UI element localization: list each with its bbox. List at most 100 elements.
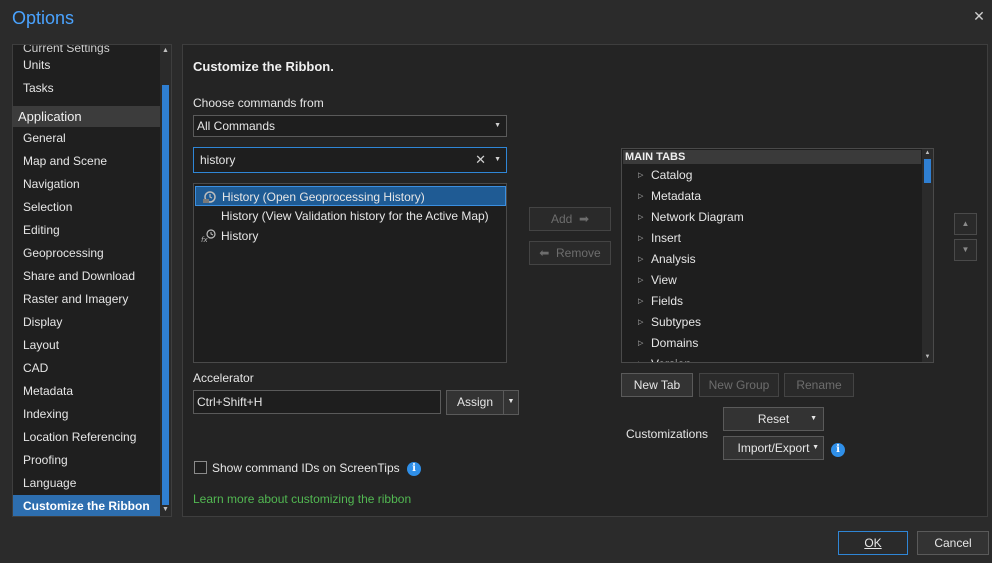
chevron-down-icon: ▼ [812, 444, 819, 451]
close-icon[interactable]: ✕ [972, 9, 986, 23]
assign-dropdown-button[interactable]: ▼ [503, 390, 519, 415]
nav-item-editing[interactable]: Editing [13, 219, 161, 242]
move-up-button[interactable]: ▲ [954, 213, 977, 235]
tree-item-label: Network Diagram [651, 210, 744, 224]
nav-item-general[interactable]: General [13, 127, 161, 150]
chevron-down-icon: ▼ [810, 415, 817, 422]
customize-ribbon-panel: Customize the Ribbon. Choose commands fr… [182, 44, 988, 517]
tree-item-label: View [651, 273, 677, 287]
command-item-label: History (Open Geoprocessing History) [222, 190, 425, 204]
nav-item-map-and-scene[interactable]: Map and Scene [13, 150, 161, 173]
command-search-value: history [200, 153, 236, 167]
expand-icon[interactable]: ▷ [638, 207, 643, 228]
nav-section-application[interactable]: Application [13, 106, 161, 127]
scroll-up-icon[interactable]: ▲ [923, 149, 932, 158]
accelerator-label: Accelerator [193, 371, 254, 385]
nav-item-proofing[interactable]: Proofing [13, 449, 161, 472]
new-tab-button[interactable]: New Tab [621, 373, 693, 397]
command-item[interactable]: fx History [195, 226, 506, 246]
command-item[interactable]: History (View Validation history for the… [195, 206, 506, 226]
arrow-down-icon: ▼ [961, 245, 970, 254]
show-command-ids-label: Show command IDs on ScreenTips [212, 461, 400, 475]
learn-more-link[interactable]: Learn more about customizing the ribbon [193, 492, 411, 506]
nav-item-indexing[interactable]: Indexing [13, 403, 161, 426]
tree-scroll-thumb[interactable] [924, 159, 931, 183]
chevron-down-icon: ▼ [507, 398, 515, 405]
accelerator-input[interactable]: Ctrl+Shift+H [193, 390, 441, 414]
tree-item-label: Domains [651, 336, 699, 350]
nav-item-raster-and-imagery[interactable]: Raster and Imagery [13, 288, 161, 311]
svg-text:fx: fx [201, 236, 208, 243]
add-button[interactable]: Add ➡ [529, 207, 611, 231]
reset-button[interactable]: Reset ▼ [723, 407, 824, 431]
tree-item-label: Insert [651, 231, 682, 245]
tree-item-label: Catalog [651, 168, 693, 182]
tree-item-label: Metadata [651, 189, 702, 203]
info-icon[interactable]: i [831, 443, 845, 457]
expand-icon[interactable]: ▷ [638, 249, 643, 270]
title-bar: Options ✕ [0, 0, 992, 38]
show-command-ids-checkbox[interactable] [194, 461, 207, 474]
nav-item-navigation[interactable]: Navigation [13, 173, 161, 196]
arrow-up-icon: ▲ [961, 219, 970, 228]
choose-commands-value: All Commands [197, 119, 276, 133]
tree-item-label: Fields [651, 294, 684, 308]
options-nav: Current Settings Units Tasks Application… [12, 44, 172, 517]
command-item-label: History (View Validation history for the… [221, 209, 489, 223]
tree-item-label: Analysis [651, 252, 696, 266]
nav-item-share-and-download[interactable]: Share and Download [13, 265, 161, 288]
scroll-down-icon[interactable]: ▼ [161, 505, 170, 515]
ribbon-tabs-tree[interactable]: MAIN TABS ▷ Catalog ▷ Metadata ▷ Network Di… [621, 148, 934, 363]
command-item[interactable]: History (Open Geoprocessing History) [195, 186, 506, 206]
expand-icon[interactable]: ▷ [638, 165, 643, 186]
customizations-label: Customizations [626, 427, 709, 441]
scroll-up-icon[interactable]: ▲ [161, 46, 170, 56]
assign-button[interactable]: Assign [446, 390, 504, 415]
command-list[interactable]: History (Open Geoprocessing History) His… [193, 183, 507, 363]
expand-icon[interactable]: ▷ [638, 228, 643, 249]
ok-button[interactable]: OK [838, 531, 908, 555]
cancel-button[interactable]: Cancel [917, 531, 989, 555]
accelerator-value: Ctrl+Shift+H [197, 395, 263, 409]
nav-item-layout[interactable]: Layout [13, 334, 161, 357]
nav-item-metadata[interactable]: Metadata [13, 380, 161, 403]
import-export-button-label: Import/Export [737, 441, 810, 455]
tree-scrollbar[interactable]: ▲ ▼ [922, 149, 933, 362]
expand-icon[interactable]: ▷ [638, 354, 643, 362]
arrow-right-icon: ➡ [575, 212, 590, 226]
new-group-button[interactable]: New Group [699, 373, 779, 397]
add-button-label: Add [550, 212, 573, 226]
nav-scroll-thumb[interactable] [162, 85, 169, 505]
info-icon[interactable]: i [407, 462, 421, 476]
expand-icon[interactable]: ▷ [638, 270, 643, 291]
geoprocessing-history-icon [202, 190, 218, 204]
nav-item-location-referencing[interactable]: Location Referencing [13, 426, 161, 449]
import-export-button[interactable]: Import/Export ▼ [723, 436, 824, 460]
choose-commands-dropdown[interactable]: All Commands ▼ [193, 115, 507, 137]
command-search-input[interactable]: history ✕ ▼ [193, 147, 507, 173]
expand-icon[interactable]: ▷ [638, 186, 643, 207]
move-down-button[interactable]: ▼ [954, 239, 977, 261]
nav-item-selection[interactable]: Selection [13, 196, 161, 219]
nav-item-units[interactable]: Units [13, 54, 161, 77]
nav-scrollbar[interactable]: ▲ ▼ [160, 45, 171, 516]
remove-button[interactable]: ⬅ Remove [529, 241, 611, 265]
window-title: Options [12, 8, 75, 28]
clear-search-icon[interactable]: ✕ [475, 148, 486, 172]
expand-icon[interactable]: ▷ [638, 333, 643, 354]
nav-item-geoprocessing[interactable]: Geoprocessing [13, 242, 161, 265]
expand-icon[interactable]: ▷ [638, 291, 643, 312]
chevron-down-icon: ▼ [494, 122, 501, 129]
expand-icon[interactable]: ▷ [638, 312, 643, 333]
nav-item-tasks[interactable]: Tasks [13, 77, 161, 100]
rename-button[interactable]: Rename [784, 373, 854, 397]
tree-item-label: Subtypes [651, 315, 702, 329]
nav-item-cad[interactable]: CAD [13, 357, 161, 380]
nav-item-customize-the-ribbon[interactable]: Customize the Ribbon [13, 495, 161, 516]
scroll-down-icon[interactable]: ▼ [923, 353, 932, 362]
nav-item-language[interactable]: Language [13, 472, 161, 495]
page-title: Customize the Ribbon. [193, 59, 334, 74]
main-tabs-header: MAIN TABS [623, 150, 921, 164]
nav-item-display[interactable]: Display [13, 311, 161, 334]
chevron-down-icon[interactable]: ▼ [494, 148, 501, 172]
